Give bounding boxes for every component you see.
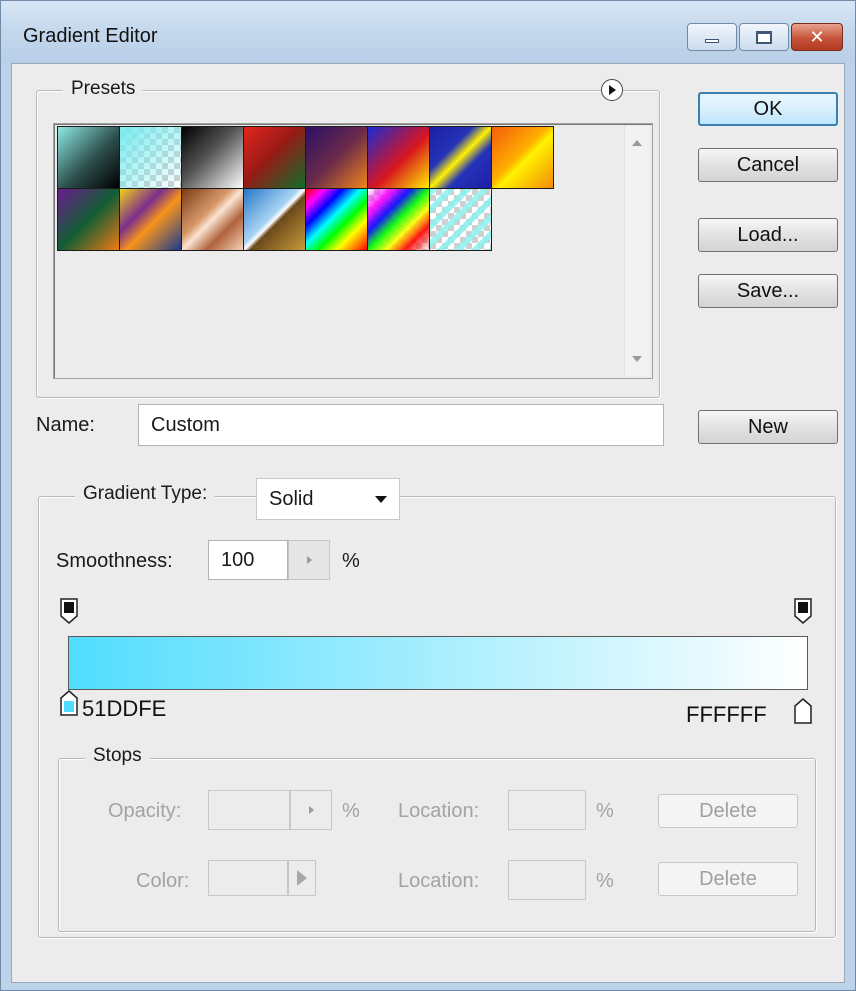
title-bar[interactable]: Gradient Editor ✕ [1,1,855,63]
cancel-button[interactable]: Cancel [698,148,838,182]
opacity-unit: % [342,800,360,822]
preset-swatch-grid [57,126,597,251]
smoothness-stepper[interactable] [288,540,330,580]
preset-swatch-fill [306,189,367,250]
scroll-down-icon[interactable] [632,356,642,362]
color-stop-left-icon[interactable] [60,690,78,716]
preset-swatch-red-green[interactable] [243,126,306,189]
preset-swatch-fill [368,127,429,188]
color-label: Color: [136,870,190,892]
load-button[interactable]: Load... [698,218,838,252]
preset-swatch-fill [430,189,491,250]
color-location-label: Location: [398,870,480,892]
preset-swatch-fill [368,189,429,250]
stops-group: Stops [58,745,816,932]
dialog-body: Presets OK Cancel Load... Save... Name: … [11,63,845,983]
preset-swatch-orange-yellow-orange[interactable] [491,126,554,189]
preset-swatch-fill [58,127,119,188]
stepper-arrow-icon [308,806,314,814]
preset-swatch-fill [306,127,367,188]
stepper-arrow-icon [306,556,312,564]
arrow-right-icon [297,870,307,886]
window-title: Gradient Editor [23,25,158,47]
preset-swatch-blue-red-yellow[interactable] [367,126,430,189]
presets-legend: Presets [63,78,144,100]
smoothness-field[interactable]: 100 [208,540,288,580]
preset-swatch-fill [492,127,553,188]
preset-swatch-copper[interactable] [181,188,244,251]
preset-swatch-chrome[interactable] [243,188,306,251]
close-icon: ✕ [809,27,825,47]
presets-menu-arrow-icon[interactable] [601,79,623,101]
save-button[interactable]: Save... [698,274,838,308]
preset-swatch-foreground-to-transparent[interactable] [119,126,182,189]
maximize-icon [756,30,772,44]
gradient-editor-window: Gradient Editor ✕ Presets OK Cancel Load… [0,0,856,991]
minimize-icon [705,39,719,43]
preset-swatch-yellow-violet-orange-blue[interactable] [119,188,182,251]
preset-swatch-fill [244,189,305,250]
preset-swatch-violet-green-orange[interactable] [57,188,120,251]
minimize-button[interactable] [687,23,737,51]
stop-color-menu-button[interactable] [288,860,316,896]
opacity-location-field[interactable] [508,790,586,830]
stop-color-swatch[interactable] [208,860,288,896]
preset-swatch-foreground-to-background[interactable] [57,126,120,189]
preset-swatch-blue-yellow-blue[interactable] [429,126,492,189]
opacity-label: Opacity: [108,800,182,822]
close-button[interactable]: ✕ [791,23,843,51]
preset-swatch-fill [182,189,243,250]
preset-swatch-spectrum[interactable] [305,188,368,251]
color-stop-right-icon[interactable] [794,698,812,724]
gradient-preview-bar[interactable] [68,636,808,690]
preset-swatch-fill [58,189,119,250]
opacity-location-unit: % [596,800,614,822]
name-field[interactable]: Custom [138,404,664,446]
end-color-hex: FFFFFF [686,702,767,727]
new-button[interactable]: New [698,410,838,444]
preset-swatch-black-white[interactable] [181,126,244,189]
color-location-field[interactable] [508,860,586,900]
opacity-stop-left-icon[interactable] [60,598,78,624]
preset-swatch-fill [430,127,491,188]
smoothness-label: Smoothness: [56,550,173,572]
preset-swatch-transparent-rainbow[interactable] [367,188,430,251]
opacity-stop-right-icon[interactable] [794,598,812,624]
opacity-field[interactable] [208,790,290,830]
name-label: Name: [36,414,95,436]
preset-swatch-transparent-stripes[interactable] [429,188,492,251]
presets-group: Presets [36,78,660,398]
gradient-type-value: Solid [269,487,314,510]
start-color-hex: 51DDFE [82,696,167,721]
maximize-button[interactable] [739,23,789,51]
gradient-type-label: Gradient Type: [75,483,216,505]
color-delete-button[interactable]: Delete [658,862,798,896]
color-location-unit: % [596,870,614,892]
opacity-stepper[interactable] [290,790,332,830]
opacity-delete-button[interactable]: Delete [658,794,798,828]
presets-list[interactable] [53,123,653,379]
preset-swatch-fill [120,127,181,188]
opacity-location-label: Location: [398,800,480,822]
ok-button[interactable]: OK [698,92,838,126]
preset-swatch-fill [244,127,305,188]
preset-swatch-violet-orange[interactable] [305,126,368,189]
presets-scrollbar[interactable] [624,126,650,376]
preset-swatch-fill [182,127,243,188]
scroll-up-icon[interactable] [632,140,642,146]
smoothness-unit: % [342,550,360,572]
preset-swatch-fill [120,189,181,250]
chevron-down-icon [375,496,387,503]
stops-legend: Stops [85,745,150,767]
gradient-type-select[interactable]: Solid [256,478,400,520]
